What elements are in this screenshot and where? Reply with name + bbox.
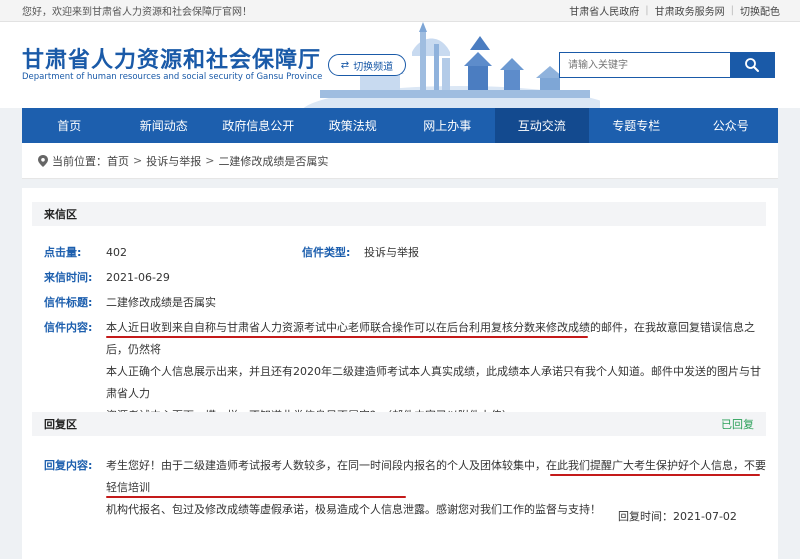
nav-news[interactable]: 新闻动态 bbox=[117, 108, 212, 143]
letter-detail-panel: 来信区 点击量: 402 信件类型: 投诉与举报 来信时间: 2021-06-2… bbox=[22, 188, 778, 559]
letter-section-header: 来信区 bbox=[32, 202, 766, 226]
breadcrumb-separator: > bbox=[205, 154, 215, 167]
letter-content-line: 本人正确个人信息展示出来，并且还有2020年二级建造师考试本人真实成绩，此成绩本… bbox=[106, 365, 761, 400]
breadcrumb-current: 二建修改成绩是否属实 bbox=[218, 154, 329, 168]
main-nav: 首页 新闻动态 政府信息公开 政策法规 网上办事 互动交流 专题专栏 公众号 bbox=[22, 108, 778, 143]
reply-content-row: 回复内容: bbox=[44, 459, 92, 473]
time-value: 2021-06-29 bbox=[106, 271, 170, 284]
search-button[interactable] bbox=[730, 53, 774, 77]
reply-section-title: 回复区 bbox=[44, 418, 77, 431]
reply-section-header: 回复区 已回复 bbox=[32, 412, 766, 436]
nav-interaction[interactable]: 互动交流 bbox=[494, 108, 589, 143]
nav-topics[interactable]: 专题专栏 bbox=[589, 108, 684, 143]
time-row: 来信时间: bbox=[44, 271, 92, 285]
switch-channel-button[interactable]: ⇄ 切换频道 bbox=[328, 54, 406, 76]
search-box bbox=[559, 52, 775, 78]
swap-arrows-icon: ⇄ bbox=[340, 59, 350, 71]
breadcrumb-separator: > bbox=[133, 154, 143, 167]
content-row: 信件内容: bbox=[44, 321, 92, 335]
reply-time-value: 2021-07-02 bbox=[673, 510, 737, 523]
time-label: 来信时间: bbox=[44, 271, 93, 284]
divider: | bbox=[730, 5, 734, 16]
top-bar: 您好，欢迎来到甘肃省人力资源和社会保障厅官网！ 甘肃省人民政府 | 甘肃政务服务… bbox=[0, 0, 800, 22]
subject-value: 二建修改成绩是否属实 bbox=[106, 296, 216, 309]
switch-channel-label: 切换频道 bbox=[353, 61, 394, 73]
link-switch-color[interactable]: 切换配色 bbox=[740, 3, 780, 18]
site-title[interactable]: 甘肃省人力资源和社会保障厅 bbox=[22, 42, 321, 74]
breadcrumb-prefix: 当前位置： bbox=[52, 154, 107, 168]
site-header: 甘肃省人力资源和社会保障厅 Department of human resour… bbox=[0, 22, 800, 108]
letter-section-title: 来信区 bbox=[44, 208, 77, 221]
clicks-value: 402 bbox=[106, 246, 127, 259]
divider: | bbox=[645, 5, 649, 16]
type-label: 信件类型: bbox=[302, 246, 351, 259]
highlight-underline bbox=[550, 474, 760, 476]
reply-content-line: 考生您好！由于二级建造师考试报考人数较多，在同一时间段内报名的个人及团体较集中，… bbox=[106, 459, 766, 494]
highlight-underline bbox=[106, 496, 406, 498]
top-links: 甘肃省人民政府 | 甘肃政务服务网 | 切换配色 bbox=[569, 3, 780, 18]
reply-time: 回复时间：2021-07-02 bbox=[618, 510, 737, 524]
nav-online-service[interactable]: 网上办事 bbox=[400, 108, 495, 143]
clicks-row: 点击量: bbox=[44, 246, 81, 260]
letter-content-line: 本人近日收到来自自称与甘肃省人力资源考试中心老师联合操作可以在后台利用复核分数来… bbox=[106, 321, 755, 356]
location-pin-icon bbox=[38, 154, 48, 167]
link-gansu-gov[interactable]: 甘肃省人民政府 bbox=[569, 3, 639, 18]
search-icon bbox=[745, 58, 759, 72]
subject-label: 信件标题: bbox=[44, 296, 93, 309]
reply-time-label: 回复时间： bbox=[618, 510, 673, 523]
subject-row: 信件标题: bbox=[44, 296, 92, 310]
breadcrumb-home[interactable]: 首页 bbox=[107, 153, 129, 169]
site-title-english: Department of human resources and social… bbox=[22, 72, 323, 82]
breadcrumb-complaints[interactable]: 投诉与举报 bbox=[146, 153, 201, 169]
type-value: 投诉与举报 bbox=[364, 246, 419, 259]
search-input[interactable] bbox=[560, 53, 730, 77]
content-label: 信件内容: bbox=[44, 321, 93, 334]
nav-gov-info[interactable]: 政府信息公开 bbox=[211, 108, 306, 143]
reply-content-label: 回复内容: bbox=[44, 459, 93, 472]
breadcrumb: 当前位置： 首页 > 投诉与举报 > 二建修改成绩是否属实 bbox=[22, 143, 778, 179]
welcome-text: 您好，欢迎来到甘肃省人力资源和社会保障厅官网！ bbox=[22, 7, 252, 18]
nav-home[interactable]: 首页 bbox=[22, 108, 117, 143]
highlight-underline bbox=[106, 336, 588, 338]
type-row: 信件类型: bbox=[302, 246, 350, 260]
letter-content: 本人近日收到来自自称与甘肃省人力资源考试中心老师联合操作可以在后台利用复核分数来… bbox=[106, 317, 770, 427]
link-gov-service[interactable]: 甘肃政务服务网 bbox=[655, 3, 725, 18]
clicks-label: 点击量: bbox=[44, 246, 82, 259]
nav-policy[interactable]: 政策法规 bbox=[306, 108, 401, 143]
reply-status-badge: 已回复 bbox=[721, 418, 754, 431]
nav-official-account[interactable]: 公众号 bbox=[684, 108, 779, 143]
